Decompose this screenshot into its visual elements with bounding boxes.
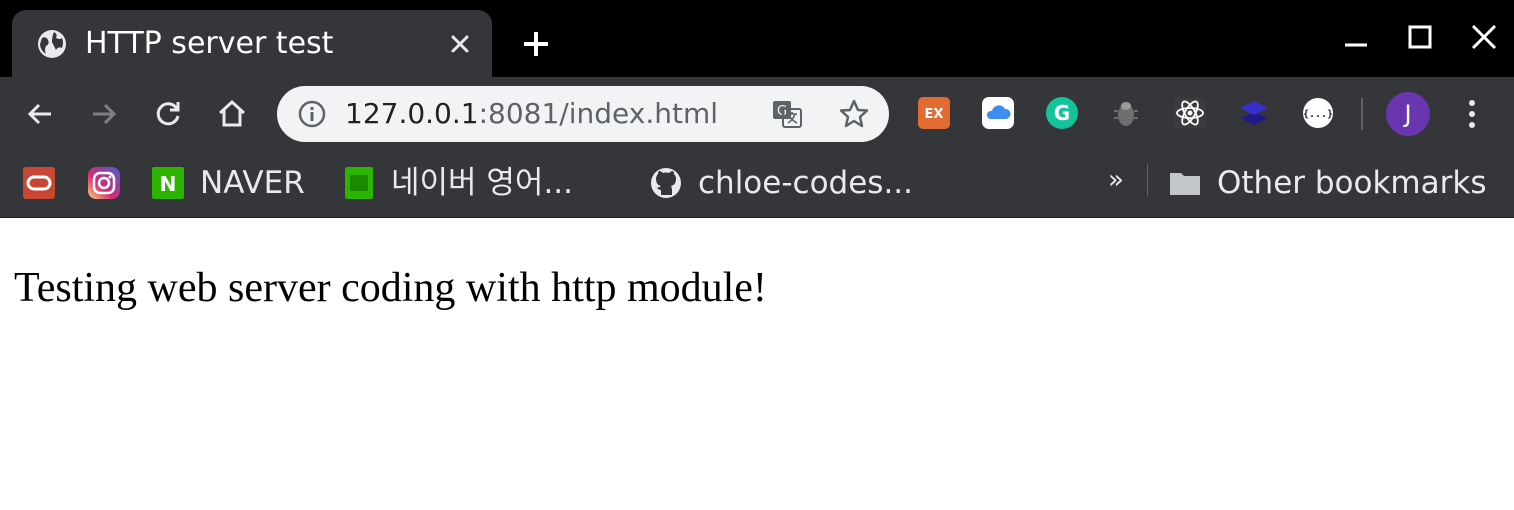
close-window-icon[interactable] xyxy=(1467,20,1501,54)
globe-icon xyxy=(38,30,66,58)
new-tab-icon[interactable] xyxy=(520,28,552,60)
bookmark-label: chloe-codes... xyxy=(698,165,914,201)
oracle-icon xyxy=(23,167,55,199)
instagram-icon xyxy=(88,167,120,199)
icloud-extension-icon[interactable] xyxy=(981,96,1015,130)
grammarly-label: G xyxy=(1054,101,1070,125)
reload-icon[interactable] xyxy=(151,97,185,131)
home-icon[interactable] xyxy=(215,97,249,131)
kebab-menu-icon[interactable] xyxy=(1456,96,1488,132)
naver-icon: N xyxy=(152,167,184,199)
avatar[interactable]: J xyxy=(1386,92,1430,136)
close-tab-icon[interactable] xyxy=(446,30,474,58)
maximize-icon[interactable] xyxy=(1403,20,1437,54)
toolbar-divider xyxy=(1361,98,1363,130)
grammarly-extension-icon[interactable]: G xyxy=(1045,96,1079,130)
toolbar: 127.0.0.1:8081/index.html G xyxy=(0,77,1514,149)
bookmark-star-icon[interactable] xyxy=(837,97,871,131)
bookmark-instagram[interactable] xyxy=(88,161,122,205)
info-icon[interactable] xyxy=(297,99,327,129)
bookmark-label: NAVER xyxy=(200,165,305,201)
github-icon xyxy=(651,168,681,198)
react-devtools-icon[interactable] xyxy=(1173,96,1207,130)
address-bar[interactable]: 127.0.0.1:8081/index.html G xyxy=(277,86,889,142)
bookmarks-overflow-button[interactable]: » xyxy=(1108,160,1124,200)
svg-text:N: N xyxy=(160,172,177,196)
page-content: Testing web server coding with http modu… xyxy=(0,218,1514,510)
ex-extension-label: EX xyxy=(925,107,944,122)
bookmark-naver-english[interactable]: 네이버 영어... xyxy=(343,161,603,205)
other-bookmarks[interactable]: Other bookmarks xyxy=(1169,161,1499,205)
layers-extension-icon[interactable] xyxy=(1237,96,1271,130)
other-bookmarks-label: Other bookmarks xyxy=(1217,165,1487,201)
url-text[interactable]: 127.0.0.1:8081/index.html xyxy=(345,94,718,134)
bookmark-github[interactable]: chloe-codes... xyxy=(650,161,930,205)
folder-icon xyxy=(1170,173,1200,195)
json-viewer-label: {...} xyxy=(1303,109,1333,120)
back-arrow-icon[interactable] xyxy=(23,97,57,131)
forward-arrow-icon[interactable] xyxy=(87,97,121,131)
page-text: Testing web server coding with http modu… xyxy=(14,265,767,311)
tab-strip: HTTP server test xyxy=(0,0,1514,77)
url-host: 127.0.0.1 xyxy=(345,97,479,130)
url-path: :8081/index.html xyxy=(478,97,719,130)
tab-title: HTTP server test xyxy=(85,26,334,61)
json-viewer-icon[interactable]: {...} xyxy=(1301,96,1335,130)
minimize-icon[interactable] xyxy=(1339,20,1373,54)
bug-extension-icon[interactable] xyxy=(1109,96,1143,130)
active-tab[interactable]: HTTP server test xyxy=(12,10,492,77)
ex-extension-icon[interactable]: EX xyxy=(917,96,951,130)
translate-icon[interactable]: G xyxy=(771,98,803,130)
naver-dictionary-icon xyxy=(345,167,373,199)
bookmarks-divider xyxy=(1147,164,1148,196)
bookmark-naver[interactable]: N NAVER xyxy=(152,161,312,205)
bookmark-label: 네이버 영어... xyxy=(391,165,574,201)
bookmark-oracle[interactable] xyxy=(23,161,57,205)
